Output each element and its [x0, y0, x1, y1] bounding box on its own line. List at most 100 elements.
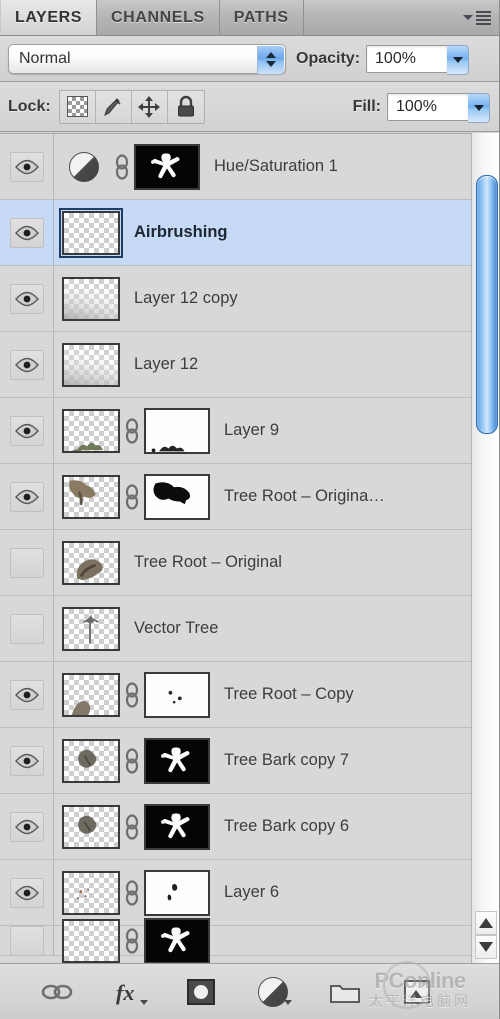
hamburger-icon [476, 10, 491, 25]
layer-visibility-toggle[interactable] [0, 530, 54, 595]
layer-thumbnail[interactable] [62, 276, 120, 321]
layer-thumbnail[interactable] [62, 408, 120, 453]
layer-visibility-toggle[interactable] [0, 860, 54, 925]
mask-link-toggle[interactable] [120, 681, 144, 709]
layer-visibility-toggle[interactable] [0, 596, 54, 661]
layer-visibility-toggle[interactable] [0, 332, 54, 397]
add-layer-mask-button[interactable] [184, 975, 218, 1009]
layer-thumbnail[interactable] [62, 804, 120, 849]
layer-row[interactable]: Layer 12 [0, 332, 499, 398]
visibility-box [9, 745, 44, 776]
layer-visibility-toggle[interactable] [0, 464, 54, 529]
mask-link-toggle[interactable] [120, 879, 144, 907]
layer-mask-thumbnail[interactable] [144, 869, 210, 916]
layer-row[interactable]: Vector Tree [0, 596, 499, 662]
layer-row[interactable]: Layer 12 copy [0, 266, 499, 332]
tab-layers[interactable]: LAYERS [0, 0, 98, 35]
layer-mask-thumbnail[interactable] [144, 407, 210, 454]
layer-row[interactable]: Tree Bark copy 7 [0, 728, 499, 794]
fill-field[interactable]: 100% [387, 92, 490, 123]
layer-name: Layer 9 [224, 421, 280, 439]
mask-link-toggle[interactable] [120, 747, 144, 775]
layer-thumbnail[interactable] [62, 342, 120, 387]
layer-mask-thumbnail[interactable] [134, 143, 200, 190]
visibility-box [9, 811, 44, 842]
tab-paths[interactable]: PATHS [220, 0, 304, 35]
mask-link-toggle[interactable] [120, 927, 144, 955]
chevron-down-icon [140, 999, 148, 1005]
layer-name: Layer 12 copy [134, 289, 238, 307]
layer-list-scrollbar[interactable] [471, 133, 499, 963]
tab-channels[interactable]: CHANNELS [97, 0, 220, 35]
layer-row[interactable]: Tree Root – Copy [0, 662, 499, 728]
layer-mask-thumbnail[interactable] [144, 803, 210, 850]
scroll-up-button[interactable] [475, 911, 497, 935]
layer-name: Layer 12 [134, 355, 199, 373]
checkerboard-icon [66, 96, 88, 117]
layer-visibility-toggle[interactable] [0, 398, 54, 463]
mask-link-toggle[interactable] [120, 813, 144, 841]
scrollbar-thumb[interactable] [476, 174, 498, 434]
layer-visibility-toggle[interactable] [0, 134, 54, 199]
new-group-button[interactable] [328, 975, 362, 1009]
layer-list[interactable]: Hue/Saturation 1 Airbrushing Layer 12 copy… [0, 133, 499, 963]
layer-row[interactable] [0, 917, 499, 963]
layer-visibility-toggle[interactable] [0, 794, 54, 859]
opacity-value: 100% [375, 49, 416, 67]
layer-visibility-toggle[interactable] [0, 925, 54, 956]
link-layers-button[interactable] [40, 975, 74, 1009]
layer-style-button[interactable]: fx [112, 975, 148, 1009]
scroll-down-button[interactable] [475, 935, 497, 959]
blend-mode-stepper[interactable] [257, 45, 284, 74]
mask-link-toggle[interactable] [120, 483, 144, 511]
lock-position-button[interactable] [131, 90, 168, 123]
layer-thumbnail[interactable] [62, 738, 120, 783]
layer-thumbnail[interactable] [62, 474, 120, 519]
tab-paths-label: PATHS [233, 8, 289, 26]
tab-channels-label: CHANNELS [111, 8, 205, 26]
half-circle-adjustment-icon [69, 151, 99, 182]
layer-row[interactable]: Tree Bark copy 6 [0, 794, 499, 860]
mask-link-toggle[interactable] [110, 153, 134, 181]
layer-row[interactable]: Airbrushing [0, 200, 499, 266]
new-layer-button[interactable] [400, 975, 434, 1009]
layer-row[interactable]: Tree Root – Origina… [0, 464, 499, 530]
layer-mask-thumbnail[interactable] [144, 737, 210, 784]
visibility-box [9, 349, 44, 380]
layer-thumbnail[interactable] [62, 870, 120, 915]
chevron-down-icon [266, 61, 276, 67]
layer-thumbnail[interactable] [62, 918, 120, 963]
opacity-field[interactable]: 100% [366, 44, 470, 75]
layer-row[interactable]: Layer 9 [0, 398, 499, 464]
adjustment-layer-thumbnail[interactable] [58, 151, 110, 182]
visibility-box [9, 547, 44, 578]
opacity-dropdown-button[interactable] [447, 44, 470, 75]
layer-row[interactable]: Hue/Saturation 1 [0, 134, 499, 200]
layer-mask-thumbnail[interactable] [144, 473, 210, 520]
layer-visibility-toggle[interactable] [0, 266, 54, 331]
panel-menu-icon[interactable] [463, 9, 491, 26]
layer-row[interactable]: Layer 6 [0, 860, 499, 926]
chevron-down-icon [452, 56, 463, 63]
layer-thumbnail[interactable] [59, 207, 123, 258]
layer-thumbnail[interactable] [62, 672, 120, 717]
layer-visibility-toggle[interactable] [0, 200, 54, 265]
mask-link-toggle[interactable] [120, 417, 144, 445]
opacity-label: Opacity: [296, 49, 361, 67]
eye-icon [14, 291, 39, 306]
fill-dropdown-button[interactable] [468, 92, 490, 123]
chain-link-icon [125, 879, 139, 906]
new-adjustment-layer-button[interactable] [256, 975, 292, 1009]
layer-thumbnail[interactable] [62, 606, 120, 651]
lock-image-pixels-button[interactable] [95, 90, 132, 123]
layer-name: Tree Root – Original [134, 553, 282, 571]
layer-visibility-toggle[interactable] [0, 662, 54, 727]
layer-thumbnail[interactable] [62, 540, 120, 585]
layer-visibility-toggle[interactable] [0, 728, 54, 793]
layer-mask-thumbnail[interactable] [144, 917, 210, 963]
blend-mode-select[interactable]: Normal [8, 43, 286, 74]
layer-row[interactable]: Tree Root – Original [0, 530, 499, 596]
lock-transparent-pixels-button[interactable] [59, 90, 96, 123]
lock-all-button[interactable] [167, 90, 204, 123]
layer-mask-thumbnail[interactable] [144, 671, 210, 718]
